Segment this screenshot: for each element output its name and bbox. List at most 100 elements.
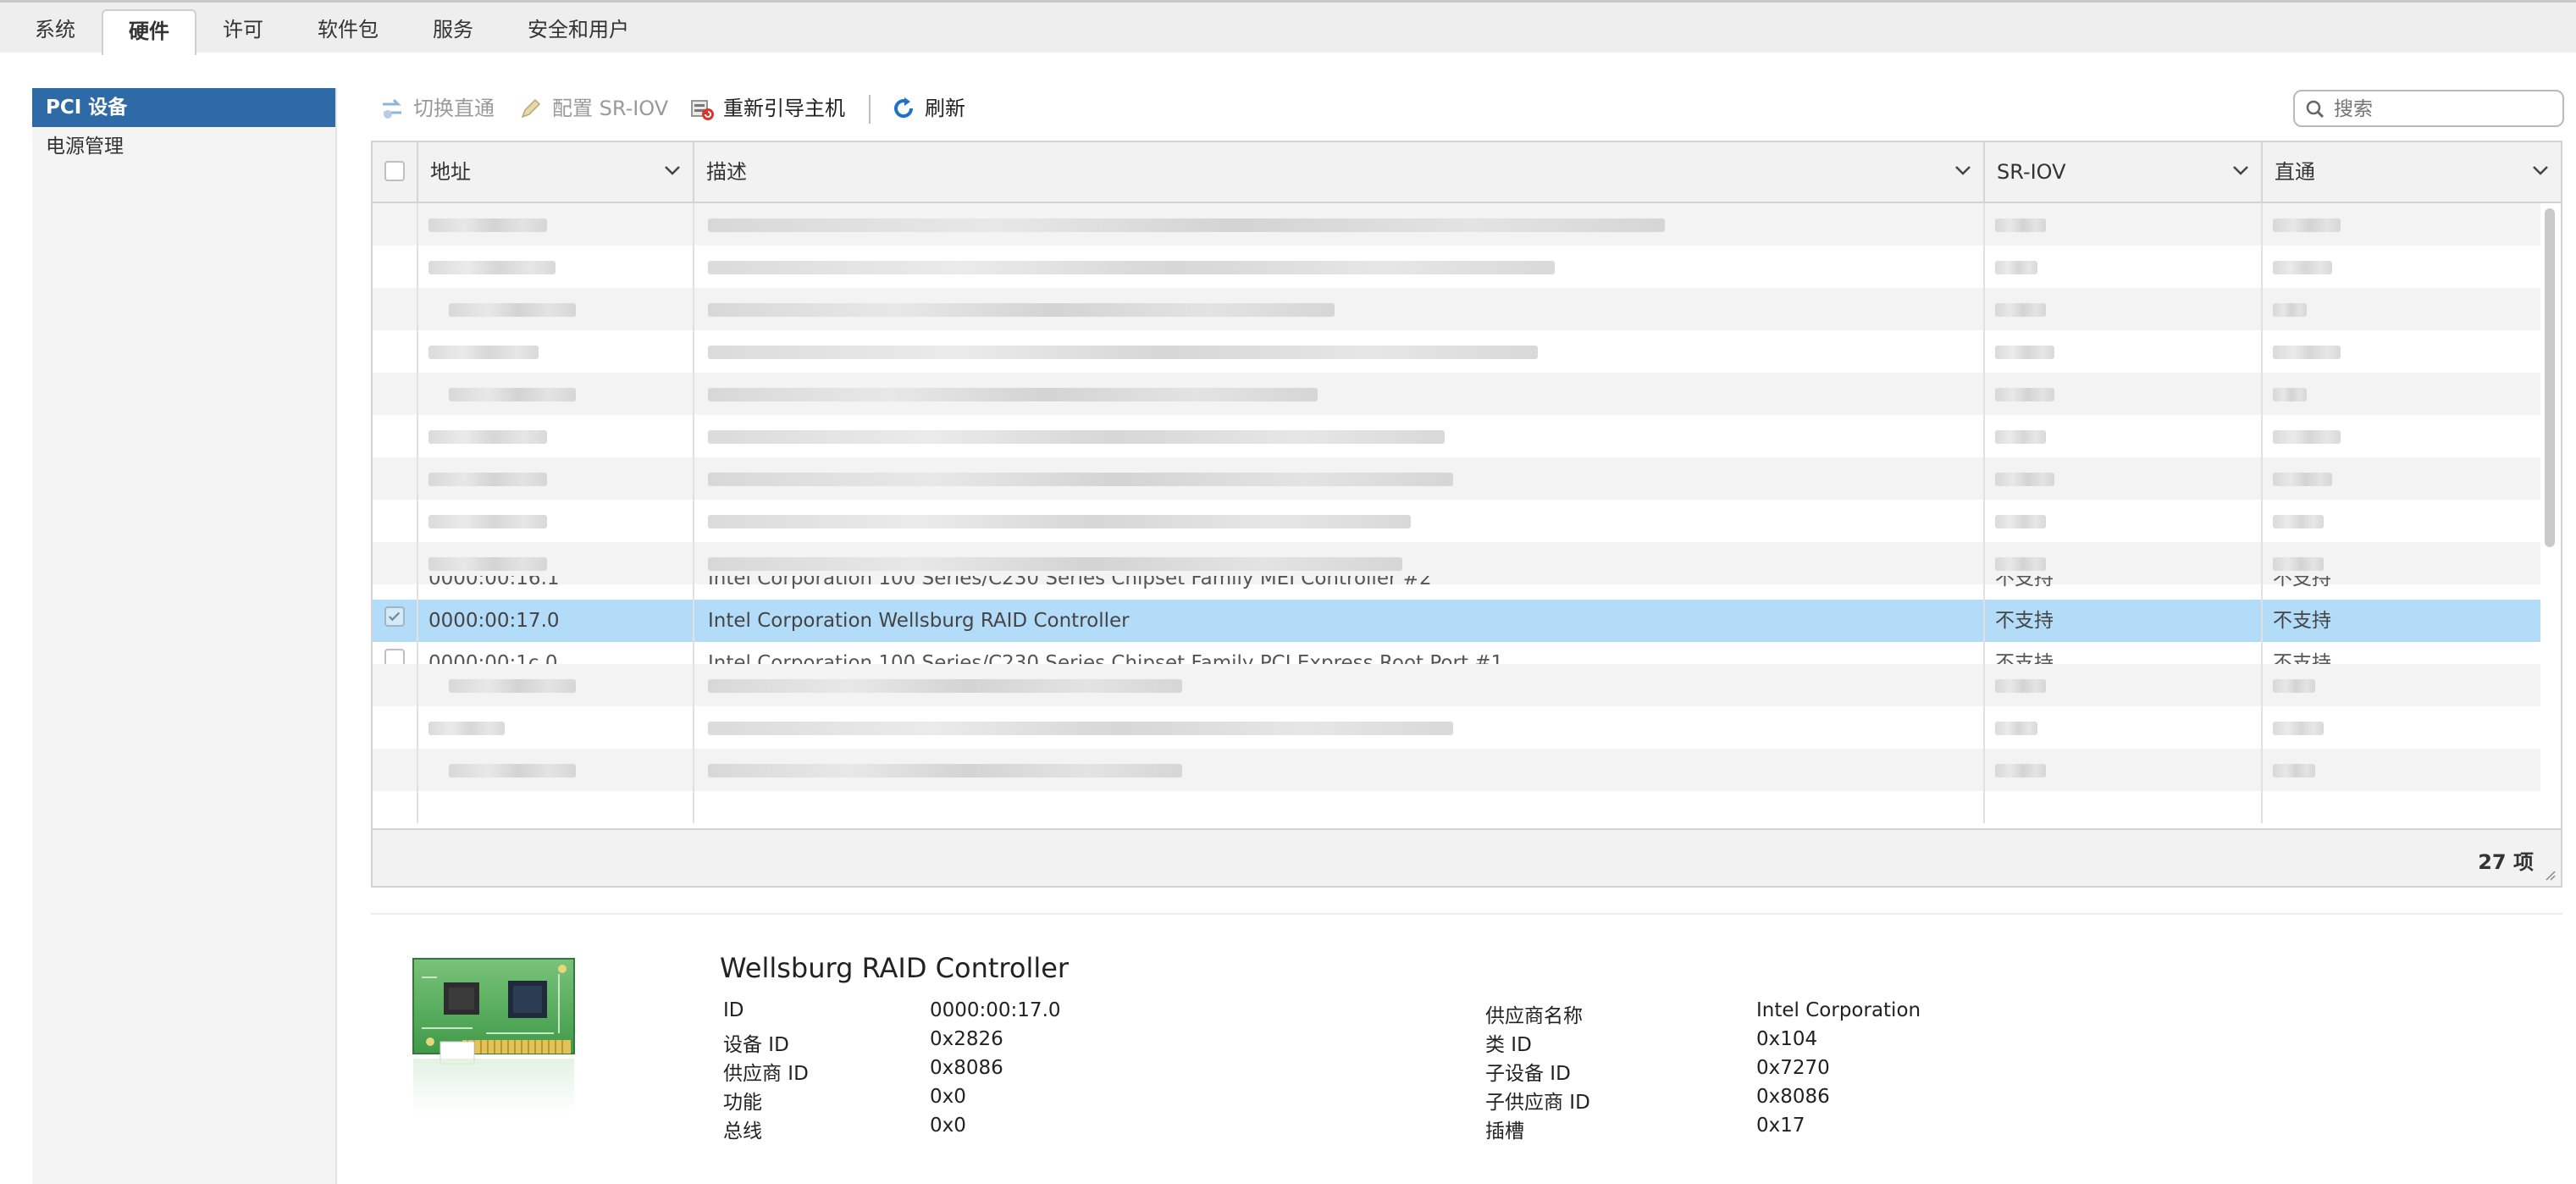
tab-packages[interactable]: 软件包 (301, 9, 395, 52)
prop-value-id: 0000:00:17.0 (930, 999, 1061, 1021)
pci-card-icon (412, 958, 575, 1115)
header-select-all-cell (373, 142, 418, 202)
table-row[interactable] (373, 457, 2540, 500)
column-divider (417, 203, 418, 823)
search-box[interactable] (2293, 90, 2564, 127)
chevron-down-icon[interactable] (1954, 164, 1971, 176)
table-header: 地址 描述 SR-IOV 直通 (373, 142, 2561, 203)
table-scrollbar[interactable] (2542, 208, 2557, 822)
column-divider (2261, 203, 2263, 823)
toggle-passthrough-label: 切换直通 (413, 97, 495, 120)
prop-value-class-id: 0x104 (1756, 1028, 1818, 1050)
table-row[interactable]: 0000:00:1c.0 Intel Corporation 100 Serie… (373, 642, 2540, 664)
refresh-icon (894, 97, 914, 119)
table-row[interactable] (373, 664, 2540, 706)
cell-passthrough: 不支持 (2273, 610, 2331, 632)
prop-value-function: 0x0 (930, 1086, 966, 1108)
chevron-down-icon[interactable] (2232, 164, 2249, 176)
cell-sriov: 不支持 (1995, 652, 2054, 664)
configure-sriov-label: 配置 SR-IOV (552, 97, 669, 120)
table-row[interactable] (373, 749, 2540, 791)
cell-sriov: 不支持 (1995, 610, 2054, 632)
table-row[interactable] (373, 246, 2540, 288)
refresh-label: 刷新 (925, 97, 965, 120)
prop-label-subvendor-id: 子供应商 ID (1485, 1092, 1590, 1114)
cell-address: 0000:00:16.1 (428, 576, 560, 589)
checkmark-icon (388, 611, 401, 622)
pci-device-table: 地址 描述 SR-IOV 直通 0000:00:16.1 Intel Corpo… (371, 141, 2562, 888)
table-row[interactable]: 0000:00:16.1 Intel Corporation 100 Serie… (373, 576, 2540, 600)
reboot-host-button[interactable]: 重新引导主机 (689, 88, 845, 129)
tab-system[interactable]: 系统 (19, 9, 91, 52)
table-row[interactable] (373, 500, 2540, 542)
cell-description: Intel Corporation 100 Series/C230 Series… (708, 576, 1432, 589)
column-header-passthrough[interactable]: 直通 (2263, 142, 2561, 202)
table-row[interactable] (373, 373, 2540, 415)
nav-item-pci-devices[interactable]: PCI 设备 (32, 88, 335, 127)
column-header-address-label: 地址 (430, 160, 471, 184)
prop-label-vendor-id: 供应商 ID (723, 1063, 809, 1085)
prop-label-class-id: 类 ID (1485, 1034, 1532, 1056)
tab-hardware[interactable]: 硬件 (102, 9, 196, 55)
search-input[interactable] (2332, 97, 2556, 122)
table-row[interactable] (373, 203, 2540, 246)
pencil-icon (521, 98, 541, 119)
prop-value-subdevice-id: 0x7270 (1756, 1057, 1830, 1079)
row-checkbox[interactable] (384, 606, 405, 627)
nav-item-power-management[interactable]: 电源管理 (32, 127, 335, 166)
prop-value-vendor-name: Intel Corporation (1756, 999, 1921, 1021)
refresh-button[interactable]: 刷新 (891, 88, 965, 129)
prop-label-function: 功能 (723, 1092, 762, 1114)
cell-passthrough: 不支持 (2273, 576, 2331, 589)
select-all-checkbox[interactable] (384, 161, 405, 181)
column-header-sriov-label: SR-IOV (1997, 160, 2066, 184)
reboot-host-icon (691, 100, 714, 120)
detail-title: Wellsburg RAID Controller (720, 952, 1070, 984)
prop-value-device-id: 0x2826 (930, 1028, 1003, 1050)
table-row[interactable] (373, 415, 2540, 457)
cell-sriov: 不支持 (1995, 576, 2054, 589)
table-row[interactable] (373, 288, 2540, 330)
column-header-passthrough-label: 直通 (2275, 160, 2315, 184)
configure-sriov-button[interactable]: 配置 SR-IOV (518, 88, 668, 129)
scrollbar-thumb[interactable] (2545, 208, 2555, 547)
prop-value-vendor-id: 0x8086 (930, 1057, 1003, 1079)
tab-security-users[interactable]: 安全和用户 (517, 9, 640, 52)
item-count: 27 项 (2478, 850, 2534, 874)
cell-address: 0000:00:1c.0 (428, 652, 558, 664)
cell-address: 0000:00:17.0 (428, 610, 560, 632)
table-footer: 27 项 (373, 828, 2561, 886)
cell-description: Intel Corporation 100 Series/C230 Series… (708, 652, 1504, 664)
table-row-selected[interactable]: 0000:00:17.0 Intel Corporation Wellsburg… (373, 600, 2540, 642)
row-checkbox[interactable] (384, 649, 405, 664)
top-tab-bar: 系统 硬件 许可 软件包 服务 安全和用户 (0, 0, 2576, 55)
column-header-description[interactable]: 描述 (694, 142, 1985, 202)
tab-licensing[interactable]: 许可 (207, 9, 279, 52)
column-divider (1983, 203, 1985, 823)
table-row[interactable] (373, 330, 2540, 373)
search-icon (2306, 100, 2324, 119)
chevron-down-icon[interactable] (664, 164, 681, 176)
detail-divider (371, 913, 2562, 915)
prop-value-subvendor-id: 0x8086 (1756, 1086, 1830, 1108)
resize-grip-icon[interactable] (2544, 869, 2556, 881)
prop-label-device-id: 设备 ID (723, 1034, 789, 1056)
column-divider (693, 203, 694, 823)
column-header-address[interactable]: 地址 (418, 142, 694, 202)
prop-label-subdevice-id: 子设备 ID (1485, 1063, 1571, 1085)
prop-label-bus: 总线 (723, 1120, 762, 1143)
toggle-passthrough-button[interactable]: 切换直通 (379, 88, 495, 129)
column-header-sriov[interactable]: SR-IOV (1985, 142, 2263, 202)
tab-services[interactable]: 服务 (415, 9, 491, 52)
table-row[interactable] (373, 706, 2540, 749)
left-nav: PCI 设备 电源管理 (32, 88, 337, 1184)
prop-label-slot: 插槽 (1485, 1120, 1524, 1143)
prop-label-id: ID (723, 999, 744, 1021)
column-header-description-label: 描述 (706, 160, 747, 184)
table-body: 0000:00:16.1 Intel Corporation 100 Serie… (373, 203, 2540, 823)
chevron-down-icon[interactable] (2532, 164, 2549, 176)
cell-passthrough: 不支持 (2273, 652, 2331, 664)
prop-label-vendor-name: 供应商名称 (1485, 1005, 1583, 1027)
prop-value-bus: 0x0 (930, 1115, 966, 1137)
prop-value-slot: 0x17 (1756, 1115, 1805, 1137)
